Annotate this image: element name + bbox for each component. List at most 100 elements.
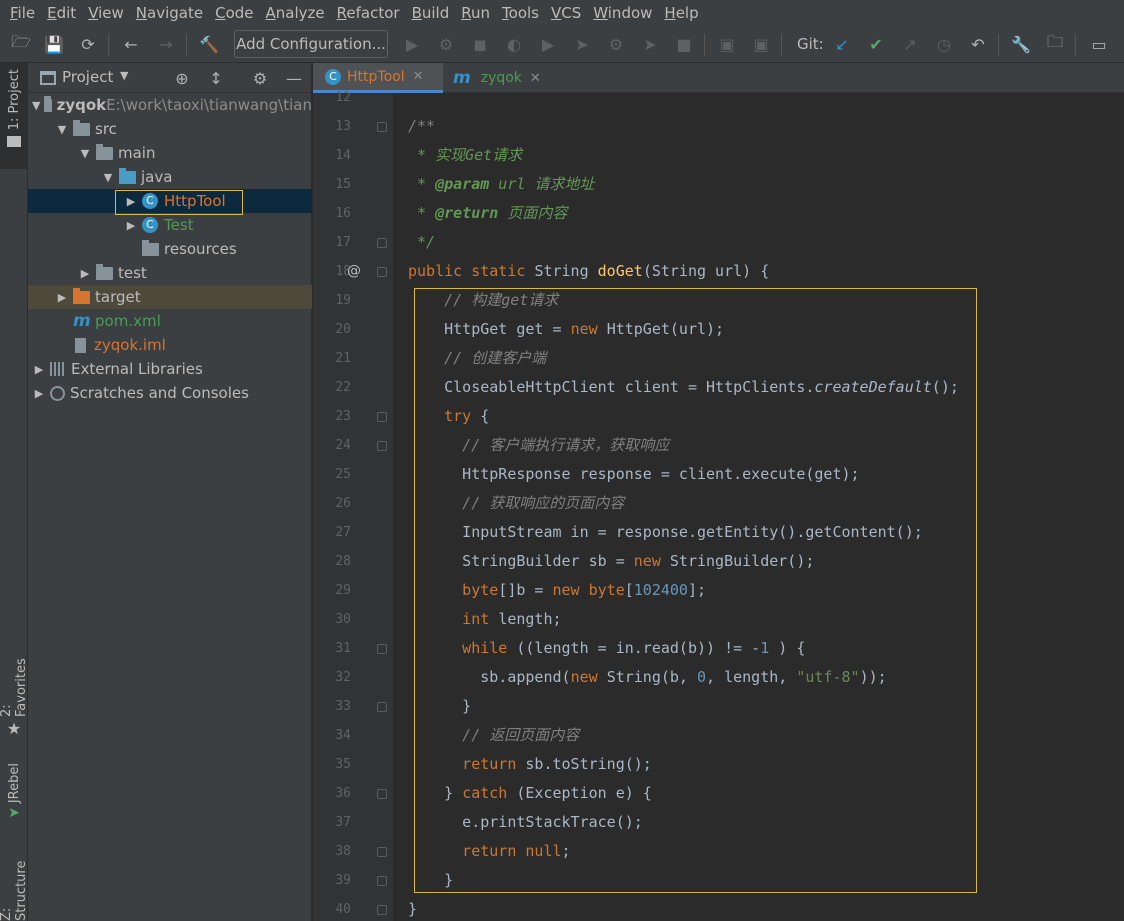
tree-item-pom-xml[interactable]: m pom.xml — [28, 309, 312, 333]
coverage-icon[interactable]: ◼ — [467, 31, 493, 57]
chevron-right-icon[interactable]: ▶ — [32, 387, 46, 400]
fold-icon[interactable] — [377, 238, 387, 248]
tab-httptool[interactable]: C HttpTool ✕ — [313, 63, 443, 93]
profile-icon[interactable]: ◐ — [501, 31, 527, 57]
open-folder-icon[interactable]: 🗁 — [8, 31, 34, 57]
tree-item-main[interactable]: ▼ main — [28, 141, 312, 165]
close-icon[interactable]: ✕ — [413, 69, 424, 84]
override-at-marker-icon[interactable]: @ — [347, 263, 361, 279]
chevron-right-icon[interactable]: ▶ — [124, 219, 138, 232]
add-configuration-button[interactable]: Add Configuration... — [234, 30, 388, 58]
menu-edit[interactable]: Edit — [41, 0, 82, 26]
tree-item-label: HttpTool — [164, 192, 226, 210]
git-update-icon[interactable]: ↙ — [829, 31, 855, 57]
chevron-down-icon[interactable]: ▼ — [32, 99, 40, 112]
close-icon[interactable]: ✕ — [530, 71, 541, 86]
tree-item-label: target — [95, 288, 141, 306]
jrebel-debug-icon[interactable]: ⚙ — [603, 31, 629, 57]
menu-tools[interactable]: Tools — [496, 0, 545, 26]
tree-item-label: Test — [164, 216, 194, 234]
fold-icon[interactable] — [377, 702, 387, 712]
build-hammer-icon[interactable]: 🔨 — [196, 31, 222, 57]
menu-navigate[interactable]: Navigate — [130, 0, 209, 26]
collapse-all-icon[interactable]: ↕ — [205, 67, 227, 89]
tree-item-java[interactable]: ▼ java — [28, 165, 312, 189]
project-tool-tab[interactable]: 1: Project — [0, 63, 28, 169]
locate-target-icon[interactable]: ⊕ — [171, 67, 193, 89]
toolbar-separator — [704, 34, 705, 56]
fold-icon[interactable] — [377, 789, 387, 799]
line-number: 23 — [335, 409, 351, 424]
tab-zyqok[interactable]: m zyqok ✕ — [443, 63, 561, 93]
menu-run[interactable]: Run — [455, 0, 496, 26]
tree-item-zyqok[interactable]: ▼ zyqok E:\work\taoxi\tianwang\tian — [28, 93, 312, 117]
fold-icon[interactable] — [377, 847, 387, 857]
menu-help[interactable]: Help — [658, 0, 704, 26]
sync-icon[interactable]: ⟳ — [75, 31, 101, 57]
favorites-tool-tab[interactable]: 2: Favorites ★ — [0, 648, 29, 738]
chevron-right-icon[interactable]: ▶ — [32, 363, 46, 376]
fold-icon[interactable] — [377, 644, 387, 654]
menu-view[interactable]: View — [82, 0, 130, 26]
save-icon[interactable]: 💾 — [41, 31, 67, 57]
back-arrow-icon[interactable]: ← — [118, 31, 144, 57]
toolbar-separator — [108, 34, 109, 56]
attach-icon[interactable]: ▣ — [714, 31, 740, 57]
tree-item-target[interactable]: ▶ target — [28, 285, 312, 309]
git-commit-icon[interactable]: ✔ — [863, 31, 889, 57]
code-editor[interactable]: /** * 实现Get请求 * @param url 请求地址 * @retur… — [393, 93, 1124, 921]
chevron-down-icon[interactable]: ▼ — [78, 147, 92, 160]
gear-icon[interactable]: ⚙ — [249, 67, 271, 89]
git-rollback-icon[interactable]: ↶ — [965, 31, 991, 57]
chevron-down-icon[interactable]: ▼ — [55, 123, 69, 136]
menu-refactor[interactable]: Refactor — [331, 0, 406, 26]
tree-item-test[interactable]: ▶ test — [28, 261, 312, 285]
fold-icon[interactable] — [377, 876, 387, 886]
java-class-icon: C — [142, 217, 158, 233]
run-jrebel-icon[interactable]: ▶ — [535, 31, 561, 57]
git-history-icon[interactable]: ◷ — [931, 31, 957, 57]
tree-item-scratches-and-consoles[interactable]: ▶ Scratches and Consoles — [28, 381, 312, 405]
stop-icon[interactable]: ■ — [671, 31, 697, 57]
terminal-icon[interactable]: ▭ — [1086, 31, 1112, 57]
menu-vcs[interactable]: VCS — [545, 0, 587, 26]
structure-tool-tab[interactable]: Z: Structure — [0, 853, 29, 921]
project-structure-icon[interactable]: 🗀 — [1042, 31, 1068, 57]
deploy-icon[interactable]: ▣ — [748, 31, 774, 57]
chevron-right-icon[interactable]: ▶ — [55, 291, 69, 304]
java-class-icon: C — [325, 68, 341, 85]
fold-icon[interactable] — [377, 441, 387, 451]
settings-wrench-icon[interactable]: 🔧 — [1008, 31, 1034, 57]
chevron-right-icon[interactable]: ▶ — [78, 267, 92, 280]
jrebel-rocket-icon[interactable]: ➤ — [569, 31, 595, 57]
menu-file[interactable]: File — [4, 0, 41, 26]
tree-item-httptool[interactable]: ▶ C HttpTool — [28, 189, 312, 213]
tree-item-test[interactable]: ▶ C Test — [28, 213, 312, 237]
menu-build[interactable]: Build — [406, 0, 456, 26]
toolbar-separator — [998, 34, 999, 56]
forward-arrow-icon[interactable]: → — [153, 31, 179, 57]
git-push-icon[interactable]: ↗ — [897, 31, 923, 57]
debug-icon[interactable]: ⚙ — [433, 31, 459, 57]
tree-item-src[interactable]: ▼ src — [28, 117, 312, 141]
chevron-down-icon[interactable]: ▼ — [120, 69, 128, 82]
hide-minus-icon[interactable]: — — [283, 67, 305, 89]
fold-icon[interactable] — [377, 122, 387, 132]
fold-icon[interactable] — [377, 412, 387, 422]
menu-analyze[interactable]: Analyze — [260, 0, 331, 26]
tree-item-label: pom.xml — [95, 312, 161, 330]
chevron-right-icon[interactable]: ▶ — [124, 195, 138, 208]
fold-icon[interactable] — [377, 267, 387, 277]
fold-icon[interactable] — [377, 905, 387, 915]
tree-item-zyqok-iml[interactable]: zyqok.iml — [28, 333, 312, 357]
jrebel-update-icon[interactable]: ➤ — [637, 31, 663, 57]
tree-item-resources[interactable]: resources — [28, 237, 312, 261]
chevron-down-icon[interactable]: ▼ — [101, 171, 115, 184]
menu-window[interactable]: Window — [587, 0, 658, 26]
project-panel-title[interactable]: Project — [62, 68, 113, 86]
menu-code[interactable]: Code — [209, 0, 259, 26]
jrebel-tool-tab[interactable]: JRebel ➤ — [0, 763, 28, 833]
code-line: try { — [408, 407, 490, 425]
run-icon[interactable]: ▶ — [399, 31, 425, 57]
tree-item-external-libraries[interactable]: ▶ External Libraries — [28, 357, 312, 381]
